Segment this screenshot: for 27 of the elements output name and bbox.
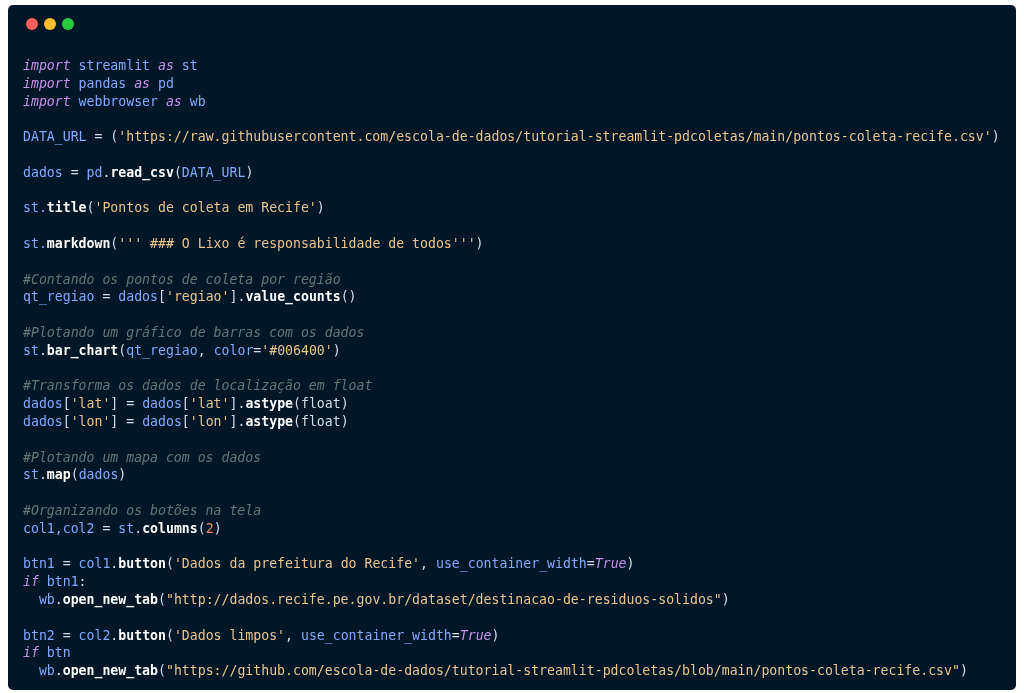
code-line: import webbrowser as wb — [23, 92, 206, 111]
window-control-dot[interactable] — [44, 18, 56, 30]
code-line: if btn1: — [23, 573, 87, 591]
code-line: qt_regiao = dados['regiao'].value_counts() — [23, 288, 357, 307]
code-line: DATA_URL = ('https://raw.githubusercontent.com/escola-de-dados/tutorial-streamlit-pdcoletas/main/pontos-coleta-recife.csv') — [23, 128, 1000, 146]
code-line: import streamlit as st — [23, 57, 198, 75]
code-line: wb.open_new_tab("http://dados.recife.pe.gov.br/dataset/destinacao-de-residuos-solidos") — [37, 590, 730, 609]
code-line: if btn — [23, 644, 71, 663]
window-control-dot[interactable] — [62, 18, 74, 30]
code-line: #Contando os pontos de coleta por região — [23, 270, 341, 289]
code-line: col1,col2 = st.columns(2) — [23, 519, 222, 538]
code-line: btn2 = col2.button('Dados limpos', use_container_width=True) — [23, 626, 500, 645]
code-line: st.map(dados) — [23, 466, 127, 485]
code-line: btn1 = col1.button('Dados da prefeitura do Recife', use_container_width=True) — [23, 555, 635, 574]
code-line: st.bar_chart(qt_regiao, color='#006400') — [23, 341, 341, 360]
code-line: #Transforma os dados de localização em float — [23, 377, 373, 396]
code-line: wb.open_new_tab("https://github.com/escola-de-dados/tutorial-streamlit-pdcoletas/blob/main/pontos-coleta-recife.csv") — [37, 662, 968, 680]
code-line: dados = pd.read_csv(DATA_URL) — [23, 163, 254, 182]
code-line: dados['lon'] = dados['lon'].astype(float) — [23, 412, 349, 431]
window-control-dot[interactable] — [26, 18, 38, 30]
code-line: #Organizando os botões na tela — [23, 501, 262, 520]
code-line: dados['lat'] = dados['lat'].astype(float) — [23, 395, 349, 413]
code-line: st.markdown(''' ### O Lixo é responsabilidade de todos''') — [23, 234, 484, 253]
code-line: #Plotando um mapa com os dados — [23, 448, 262, 467]
code-line: st.title('Pontos de coleta em Recife') — [23, 199, 325, 218]
code-line: #Plotando um gráfico de barras com os dados — [23, 323, 365, 342]
code-line: import pandas as pd — [23, 74, 174, 93]
